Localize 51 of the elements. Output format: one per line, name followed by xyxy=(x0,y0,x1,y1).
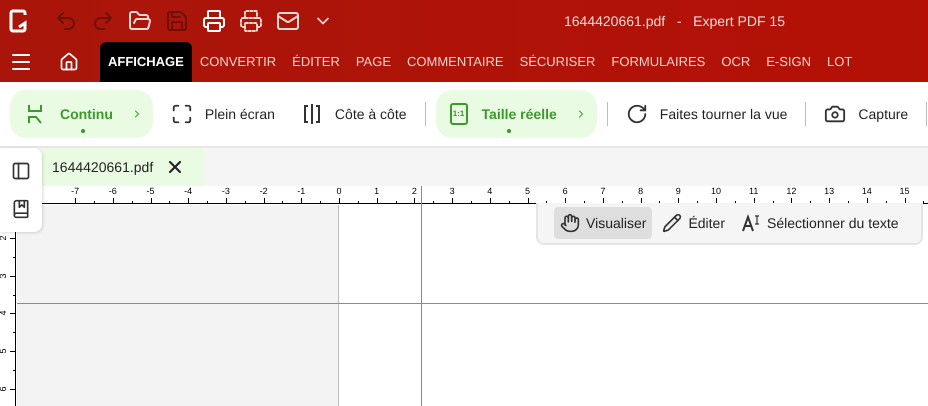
ruler-label: -5 xyxy=(146,187,154,196)
toolbar-button[interactable]: Faites tourner la vue xyxy=(618,90,796,138)
ruler-label: 9 xyxy=(676,187,681,196)
window-title: 1644420661.pdf - Expert PDF 15 xyxy=(564,12,785,31)
ruler-label: 14 xyxy=(862,187,872,196)
view-mode-button[interactable]: 1:1 Taille réelle xyxy=(436,90,597,138)
ruler-label: 10 xyxy=(711,187,721,196)
ruler-label: 6 xyxy=(0,386,8,392)
ruler-label: 7 xyxy=(600,187,606,196)
menu-tab[interactable]: ÉDITER xyxy=(284,42,348,82)
ruler-label: -7 xyxy=(71,187,80,196)
ruler-label: -2 xyxy=(260,187,268,196)
ruler-label: 3 xyxy=(450,187,455,196)
ruler-label: -6 xyxy=(108,187,117,196)
ruler-label: 15 xyxy=(900,187,910,196)
actual-size-icon: 1:1 xyxy=(450,103,468,125)
menu-tab[interactable]: CONVERTIR xyxy=(192,42,284,82)
ruler-label: 4 xyxy=(487,187,492,196)
ruler-label: -3 xyxy=(222,187,230,196)
mode-button[interactable]: Sélectionner du texte xyxy=(735,207,905,239)
menu-tab[interactable]: E-SIGN xyxy=(758,42,820,82)
ruler-label: 0 xyxy=(336,187,342,196)
menu-tab[interactable]: LOT xyxy=(819,42,860,82)
mode-button[interactable]: Éditer xyxy=(656,207,732,239)
toolbar-button[interactable]: Capture xyxy=(816,90,916,138)
mode-button[interactable]: Visualiser xyxy=(554,207,652,239)
ruler-label: 4 xyxy=(0,310,8,316)
document-tab-label: 1644420661.pdf xyxy=(52,158,154,177)
ruler-label: -1 xyxy=(297,187,306,196)
ruler-label: 13 xyxy=(824,187,834,196)
document-tab[interactable]: 1644420661.pdf xyxy=(42,148,204,186)
menu-tab[interactable]: AFFICHAGE xyxy=(100,42,192,82)
ruler-label: 11 xyxy=(749,187,758,196)
menu-tab[interactable]: COMMENTAIRE xyxy=(399,42,512,82)
ruler-label: -4 xyxy=(184,187,192,196)
menu-tab[interactable]: SÉCURISER xyxy=(512,42,604,82)
ruler-label: 6 xyxy=(562,187,568,196)
ruler-label: 5 xyxy=(0,348,8,354)
ruler-label: 2 xyxy=(0,236,8,240)
ruler-label: 8 xyxy=(638,187,644,196)
menu-tab[interactable]: OCR xyxy=(713,42,758,82)
ruler-label: 1 xyxy=(374,187,380,196)
ruler-label: 12 xyxy=(786,187,796,196)
menu-tab[interactable]: PAGE xyxy=(348,42,400,82)
menu-tab[interactable]: FORMULAIRES xyxy=(603,42,714,82)
view-mode-button[interactable]: Continu xyxy=(10,90,153,138)
ruler-label: 3 xyxy=(0,273,8,278)
toolbar-button[interactable]: Côte à côte xyxy=(292,90,415,138)
ruler-label: 5 xyxy=(525,187,530,196)
toolbar-button[interactable]: Plein écran xyxy=(162,90,283,138)
ruler-label: 2 xyxy=(412,187,417,196)
